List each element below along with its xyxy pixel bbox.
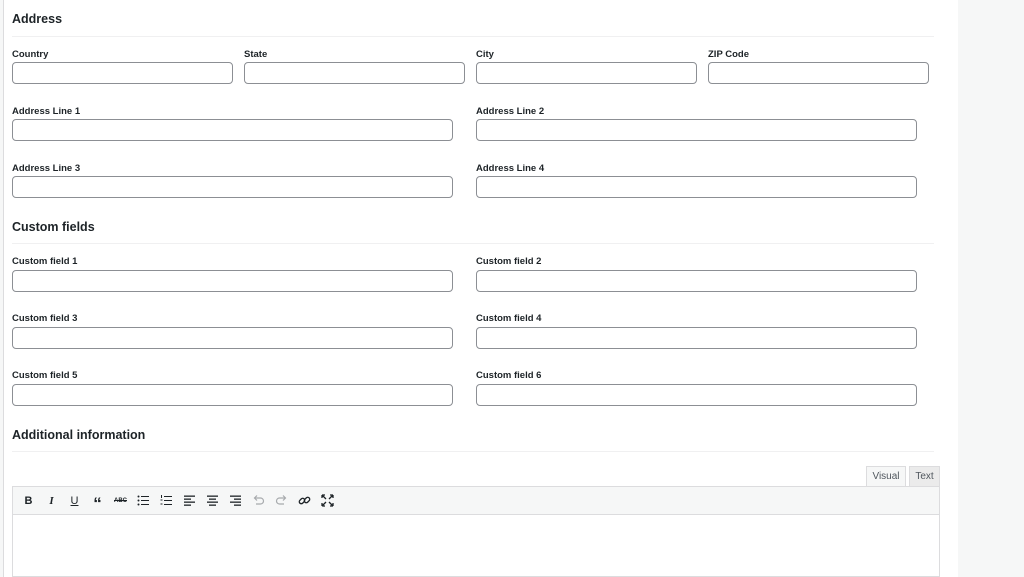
redo-icon[interactable] [272, 491, 291, 510]
editor-content-area[interactable] [12, 515, 940, 577]
custom-field-2-label: Custom field 2 [476, 256, 542, 267]
zip-input[interactable] [708, 62, 929, 84]
city-label: City [476, 49, 494, 60]
custom-field-4-input[interactable] [476, 327, 917, 349]
align-center-icon[interactable] [203, 491, 222, 510]
address-line-1-label: Address Line 1 [12, 106, 81, 117]
address-line-3-input[interactable] [12, 176, 453, 198]
address-line-1-input[interactable] [12, 119, 453, 141]
zip-label: ZIP Code [708, 49, 749, 60]
address-line-4-label: Address Line 4 [476, 163, 545, 174]
address-line-2-label: Address Line 2 [476, 106, 545, 117]
link-icon[interactable] [295, 491, 314, 510]
state-input[interactable] [244, 62, 465, 84]
additional-info-section-title: Additional information [12, 428, 146, 442]
city-input[interactable] [476, 62, 697, 84]
custom-fields-divider [12, 243, 934, 244]
custom-field-3-input[interactable] [12, 327, 453, 349]
bullet-list-icon[interactable] [134, 491, 153, 510]
align-right-icon[interactable] [226, 491, 245, 510]
custom-field-6-label: Custom field 6 [476, 370, 542, 381]
fullscreen-icon[interactable] [318, 491, 337, 510]
address-line-2-input[interactable] [476, 119, 917, 141]
address-divider [12, 36, 934, 37]
numbered-list-icon[interactable] [157, 491, 176, 510]
custom-field-2-input[interactable] [476, 270, 917, 292]
underline-icon[interactable]: U [65, 491, 84, 510]
tab-visual[interactable]: Visual [866, 466, 906, 487]
custom-field-1-input[interactable] [12, 270, 453, 292]
custom-fields-section-title: Custom fields [12, 220, 95, 234]
align-left-icon[interactable] [180, 491, 199, 510]
custom-field-3-label: Custom field 3 [12, 313, 78, 324]
editor-toolbar: B I U “ ABC [12, 486, 940, 515]
additional-info-divider [12, 451, 934, 452]
address-section-title: Address [12, 12, 63, 26]
custom-field-5-input[interactable] [12, 384, 453, 406]
strikethrough-icon[interactable]: ABC [111, 491, 130, 510]
bold-icon[interactable]: B [19, 491, 38, 510]
italic-icon[interactable]: I [42, 491, 61, 510]
custom-field-4-label: Custom field 4 [476, 313, 542, 324]
address-line-4-input[interactable] [476, 176, 917, 198]
tab-text[interactable]: Text [909, 466, 940, 487]
custom-field-1-label: Custom field 1 [12, 256, 78, 267]
custom-field-5-label: Custom field 5 [12, 370, 78, 381]
undo-icon[interactable] [249, 491, 268, 510]
state-label: State [244, 49, 268, 60]
country-input[interactable] [12, 62, 233, 84]
address-line-3-label: Address Line 3 [12, 163, 81, 174]
country-label: Country [12, 49, 49, 60]
custom-field-6-input[interactable] [476, 384, 917, 406]
blockquote-icon[interactable]: “ [88, 488, 107, 513]
